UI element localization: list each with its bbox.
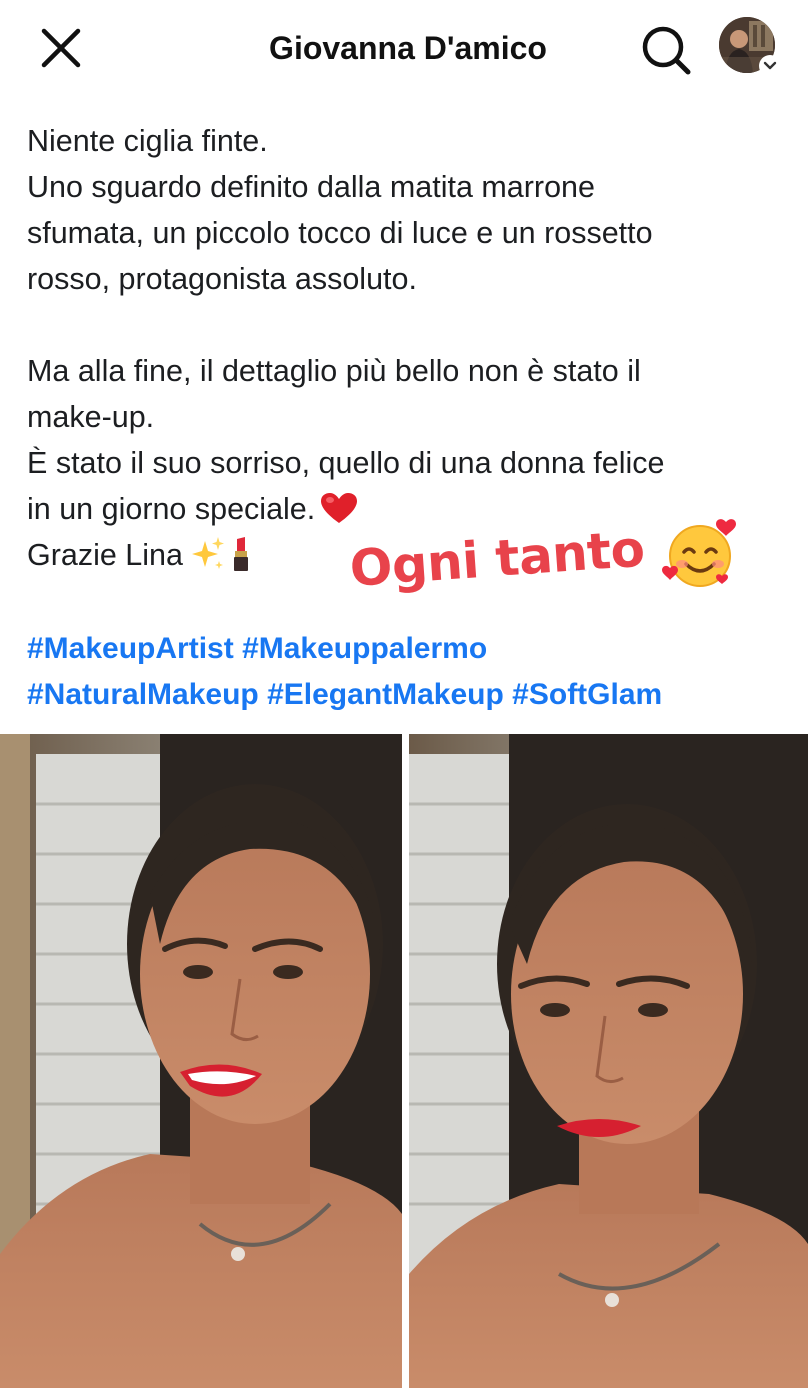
smiling-face-with-hearts-icon <box>662 519 736 587</box>
hashtag-link[interactable]: #ElegantMakeup <box>267 678 504 711</box>
caption-line: sfumata, un piccolo tocco di luce e un r… <box>27 216 653 250</box>
photo-neutral[interactable] <box>409 734 808 1388</box>
hashtag-link[interactable]: #NaturalMakeup <box>27 678 259 711</box>
lipstick-icon <box>234 537 249 571</box>
photo-smiling[interactable] <box>0 734 402 1388</box>
page-title: Giovanna D'amico <box>269 30 547 66</box>
portrait-image <box>0 734 402 1388</box>
hashtag-row: #NaturalMakeup #ElegantMakeup #SoftGlam <box>27 672 797 718</box>
sparkles-icon <box>192 537 225 569</box>
search-button[interactable] <box>638 22 694 78</box>
hashtag-link[interactable]: #SoftGlam <box>512 678 662 711</box>
search-icon <box>642 26 691 75</box>
heart-icon <box>321 493 358 523</box>
caption-line: rosso, protagonista assoluto. <box>27 262 417 296</box>
close-button[interactable] <box>38 25 84 71</box>
profile-avatar-button[interactable] <box>719 17 781 77</box>
caption-line: Niente ciglia finte. <box>27 124 268 158</box>
top-bar: Giovanna D'amico <box>0 0 808 96</box>
chevron-down-icon <box>763 61 777 70</box>
hashtag-row: #MakeupArtist #Makeuppalermo <box>27 626 797 672</box>
close-icon <box>41 28 81 68</box>
account-menu-toggle[interactable] <box>759 55 781 77</box>
portrait-image <box>409 734 808 1388</box>
hashtag-link[interactable]: #MakeupArtist <box>27 632 234 665</box>
caption-line-text: in un giorno speciale. <box>27 492 316 526</box>
thanks-text: Grazie Lina <box>27 538 183 572</box>
caption-line: make-up. <box>27 400 155 434</box>
caption-line: È stato il suo sorriso, quello di una do… <box>27 446 665 480</box>
caption-line: Uno sguardo definito dalla matita marron… <box>27 170 595 204</box>
post-caption: Niente ciglia finte. Uno sguardo definit… <box>27 118 787 578</box>
hashtag-link[interactable]: #Makeuppalermo <box>242 632 487 665</box>
caption-line: Ma alla fine, il dettaglio più bello non… <box>27 354 641 388</box>
hashtags: #MakeupArtist #Makeuppalermo #NaturalMak… <box>27 626 797 718</box>
